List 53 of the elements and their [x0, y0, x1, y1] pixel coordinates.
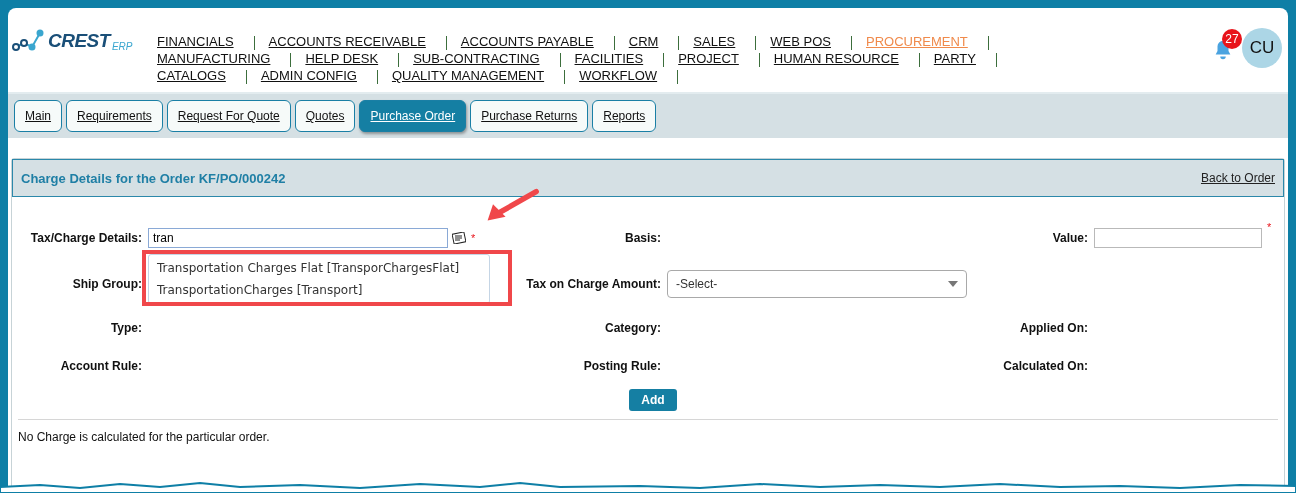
- tab[interactable]: Request For Quote: [166, 100, 291, 132]
- back-to-order-link[interactable]: Back to Order: [1200, 171, 1275, 185]
- field-label: Calculated On:: [1003, 359, 1088, 373]
- status-message: No Charge is calculated for the particular order.: [17, 429, 271, 446]
- tab[interactable]: Reports: [592, 100, 657, 132]
- tab[interactable]: Purchase Returns: [470, 100, 589, 132]
- suggestion-item[interactable]: Transportation Charges Flat [TransporChargesFlat]: [149, 257, 489, 279]
- nav-link[interactable]: WORKFLOW: [579, 68, 658, 84]
- tab[interactable]: Quotes: [294, 100, 356, 132]
- tab[interactable]: Requirements: [66, 100, 163, 132]
- nav-link[interactable]: ACCOUNTS RECEIVABLE: [268, 34, 426, 50]
- nav-link[interactable]: SALES: [693, 34, 736, 50]
- nav-link[interactable]: FACILITIES: [574, 51, 644, 67]
- field-label: Posting Rule:: [583, 359, 661, 373]
- field-label: Value:: [1052, 231, 1088, 245]
- suggestion-item[interactable]: TransportationCharges [Transport]: [149, 279, 489, 301]
- nav-link[interactable]: CATALOGS: [157, 68, 226, 84]
- logo-text: CREST: [48, 30, 110, 52]
- nav-link[interactable]: HUMAN RESOURCE: [773, 51, 899, 67]
- nav-link[interactable]: HELP DESK: [305, 51, 379, 67]
- panel-title: Charge Details for the Order KF/PO/000242: [21, 170, 286, 186]
- field-label: Type:: [110, 321, 142, 335]
- tax-charge-input[interactable]: tran: [148, 228, 448, 248]
- field-label: Basis:: [624, 231, 661, 245]
- nav-link[interactable]: PROJECT: [678, 51, 739, 67]
- nav-link[interactable]: FINANCIALS: [157, 34, 234, 50]
- field-label: Applied On:: [1020, 321, 1088, 335]
- user-avatar[interactable]: CU: [1242, 28, 1282, 68]
- add-button[interactable]: Add: [629, 389, 677, 411]
- required-mark: *: [471, 232, 476, 244]
- nav-link[interactable]: ACCOUNTS PAYABLE: [460, 34, 594, 50]
- lookup-icon[interactable]: [452, 232, 466, 244]
- required-mark: *: [1267, 221, 1272, 233]
- tab[interactable]: Purchase Order: [359, 100, 467, 132]
- logo-suffix: ERP: [111, 41, 133, 52]
- tab[interactable]: Main: [14, 100, 62, 132]
- nav-link[interactable]: PARTY: [933, 51, 976, 67]
- field-label: Tax/Charge Details:: [30, 231, 142, 245]
- nav-link[interactable]: MANUFACTURING: [157, 51, 271, 67]
- notification-count: 27: [1222, 29, 1242, 49]
- nav-link[interactable]: ADMIN CONFIG: [260, 68, 357, 84]
- field-label: Category:: [605, 321, 661, 335]
- field-label: Tax on Charge Amount:: [526, 277, 661, 291]
- field-label: Ship Group:: [72, 277, 142, 291]
- value-input[interactable]: [1094, 228, 1262, 248]
- nav-link[interactable]: WEB POS: [770, 34, 831, 50]
- tax-select[interactable]: -Select-: [667, 270, 967, 298]
- logo-nodes-icon: [12, 28, 46, 54]
- nav-link[interactable]: SUB-CONTRACTING: [413, 51, 540, 67]
- nav-link[interactable]: CRM: [628, 34, 659, 50]
- field-label: Account Rule:: [60, 359, 142, 373]
- nav-link[interactable]: QUALITY MANAGEMENT: [391, 68, 545, 84]
- caret-icon: [948, 281, 958, 287]
